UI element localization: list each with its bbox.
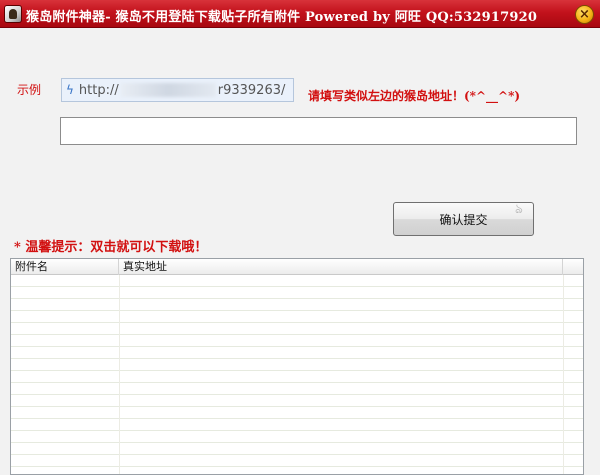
title-bar[interactable]: 猴岛附件神器- 猴岛不用登陆下载贴子所有附件 Powered by 阿旺 QQ:… bbox=[0, 0, 600, 28]
column-divider bbox=[563, 275, 564, 474]
swirl-decoration-icon: ঌ bbox=[515, 202, 523, 217]
example-url-prefix: http:// bbox=[78, 82, 119, 98]
example-hint: 请填写类似左边的猴岛地址！(*^__^*) bbox=[308, 89, 521, 103]
confirm-submit-label: 确认提交 bbox=[439, 212, 488, 227]
app-icon bbox=[4, 5, 22, 23]
list-body[interactable] bbox=[11, 275, 583, 474]
example-url-suffix: r9339263/ bbox=[217, 82, 286, 98]
window-title: 猴岛附件神器- 猴岛不用登陆下载贴子所有附件 Powered by 阿旺 QQ:… bbox=[26, 10, 538, 25]
lightning-icon: ϟ bbox=[66, 83, 74, 97]
column-header-real-url-label: 真实地址 bbox=[123, 260, 167, 273]
column-header-filename[interactable]: 附件名 bbox=[11, 259, 119, 275]
column-divider bbox=[119, 275, 120, 474]
confirm-submit-button[interactable]: 确认提交 bbox=[393, 202, 534, 236]
blurred-url-segment bbox=[120, 83, 216, 97]
attachment-list[interactable]: 附件名 真实地址 bbox=[10, 258, 584, 475]
warm-tip: * 温馨提示：双击就可以下载哦！ bbox=[14, 240, 208, 255]
list-header: 附件名 真实地址 bbox=[11, 259, 583, 275]
close-button[interactable]: × bbox=[575, 5, 594, 24]
url-input[interactable] bbox=[60, 117, 577, 145]
column-header-filename-label: 附件名 bbox=[15, 260, 48, 273]
example-url-box: ϟ http:// r9339263/ bbox=[61, 78, 294, 102]
example-label: 示例 bbox=[17, 83, 42, 97]
column-header-real-url[interactable]: 真实地址 bbox=[119, 259, 563, 275]
